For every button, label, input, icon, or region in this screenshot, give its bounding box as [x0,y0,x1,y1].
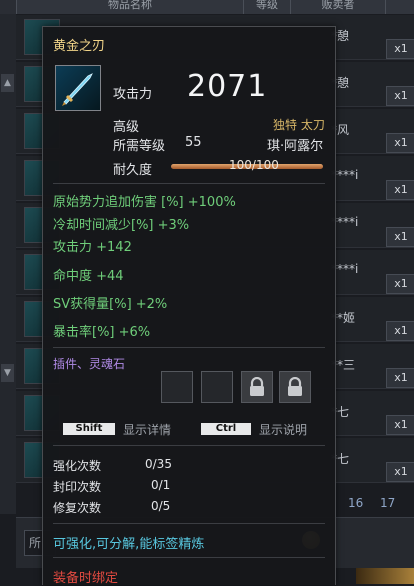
quantity-badge: x1 [386,368,414,388]
column-level[interactable]: 等级 [243,0,290,14]
stat-line: 原始势力追加伤害 [%] +100% [53,195,236,210]
rarity-type: 独特 太刀 [273,118,325,132]
counter-value: 0/35 [145,457,172,471]
socket-slot [201,371,233,403]
ctrl-key-hint: Ctrl [201,423,251,435]
quantity-badge: x1 [386,321,414,341]
quantity-badge: x1 [386,133,414,153]
class-name: 琪·阿露尔 [267,139,324,154]
category-scroll-strip: ▲ ▼ [0,14,16,514]
stat-line: 命中度 +44 [53,269,124,284]
divider [53,445,325,446]
ctrl-description: 显示说明 [259,423,308,437]
counter-value: 0/1 [151,478,171,492]
column-item-name[interactable]: 物品名称 [16,0,243,14]
lock-icon [250,377,264,396]
corner-decoration [356,568,414,584]
shift-key-hint: Shift [63,423,115,435]
scroll-up-icon[interactable]: ▲ [1,74,14,92]
quantity-badge: x1 [386,39,414,59]
quantity-badge: x1 [386,274,414,294]
divider [53,523,325,524]
locked-socket [279,371,311,403]
divider [53,183,325,184]
locked-socket [241,371,273,403]
socket-label: 插件、灵魂石 [53,357,126,371]
attack-value: 2071 [187,69,268,104]
item-tooltip: 黄金之刃 攻击力 2071 高级 独特 太刀 所需等级 55 琪·阿露尔 耐久度… [42,26,336,586]
counter-label: 修复次数 [53,501,102,515]
stat-line: 攻击力 +142 [53,240,132,255]
item-name: 黄金之刃 [53,39,106,54]
column-extra[interactable] [385,0,414,14]
market-header: 物品名称 等级 贩卖者 [0,0,414,14]
quantity-badge: x1 [386,462,414,482]
required-level-label: 所需等级 [113,139,166,154]
quantity-badge: x1 [386,227,414,247]
divider [53,347,325,348]
blade-item-icon [55,65,101,111]
column-seller[interactable]: 贩卖者 [290,0,385,14]
divider [53,557,325,558]
counter-value: 0/5 [151,499,171,513]
attack-label: 攻击力 [113,87,153,102]
counter-label: 强化次数 [53,459,102,473]
quantity-badge: x1 [386,86,414,106]
required-level: 55 [185,135,202,150]
trait-enhance: 可强化 [53,537,93,552]
stat-line: 冷却时间减少[%] +3% [53,218,190,233]
durability-label: 耐久度 [113,163,153,178]
scroll-down-icon[interactable]: ▼ [1,364,14,382]
durability-value: 100/100 [229,158,279,172]
stat-line: SV获得量[%] +2% [53,297,168,312]
trait-disassemble: 可分解 [96,537,136,552]
page-16[interactable]: 16 [348,496,363,510]
trait-refine: 能标签精炼 [139,537,205,552]
item-traits: 可强化,可分解,能标签精炼 [53,533,204,552]
binding-notice: 装备时绑定 [53,571,119,586]
quantity-badge: x1 [386,415,414,435]
counter-label: 封印次数 [53,480,102,494]
shift-description: 显示详情 [123,423,172,437]
quantity-badge: x1 [386,180,414,200]
page-17[interactable]: 17 [380,496,395,510]
grade: 高级 [113,120,140,135]
stat-line: 暴击率[%] +6% [53,325,151,340]
lock-icon [288,377,302,396]
socket-slot [161,371,193,403]
